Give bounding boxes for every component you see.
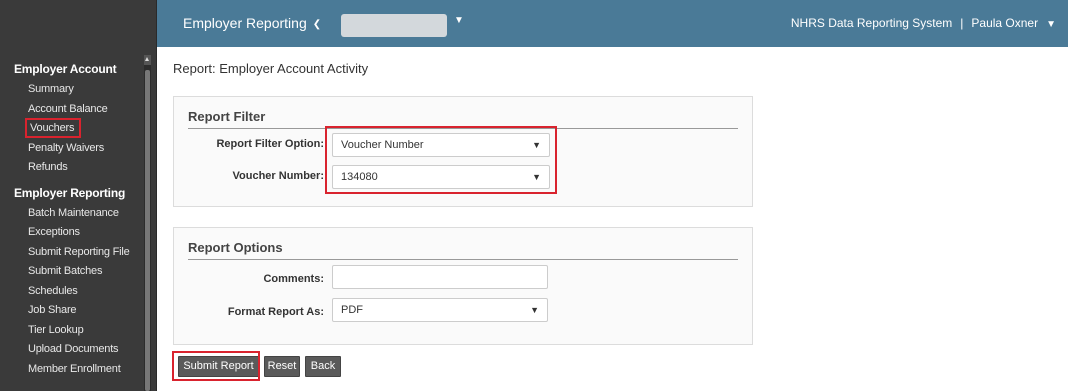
sidebar-item-summary[interactable]: Summary: [14, 80, 157, 100]
sidebar-item-tier-lookup[interactable]: Tier Lookup: [14, 321, 157, 341]
system-name: NHRS Data Reporting System: [790, 16, 953, 30]
sidebar-item-upload-documents[interactable]: Upload Documents: [14, 340, 157, 360]
format-report-select[interactable]: PDF ▼: [332, 298, 548, 322]
highlight-frame: [325, 126, 557, 194]
sidebar-scrollbar-thumb[interactable]: [145, 70, 150, 391]
highlight-frame: [172, 351, 260, 381]
sidebar-section-employer-reporting: Employer Reporting: [14, 185, 126, 200]
filter-option-label: Report Filter Option:: [216, 138, 324, 150]
chevron-down-icon: ▼: [530, 305, 539, 315]
sidebar-header: [0, 0, 156, 47]
user-name: Paula Oxner: [971, 16, 1039, 30]
chevron-down-icon: ▼: [1046, 19, 1056, 30]
reset-button[interactable]: Reset: [264, 356, 300, 377]
employer-reporting-menu[interactable]: Employer Reporting ❮: [183, 15, 321, 31]
comments-label: Comments:: [263, 273, 324, 285]
voucher-number-label: Voucher Number:: [232, 170, 324, 182]
employer-selector[interactable]: [341, 14, 447, 37]
back-button[interactable]: Back: [305, 356, 341, 377]
user-menu[interactable]: NHRS Data Reporting System | Paula Oxner ▼: [791, 16, 1056, 30]
sidebar-item-submit-reporting-file[interactable]: Submit Reporting File: [14, 243, 157, 263]
format-report-value: PDF: [341, 304, 363, 316]
sidebar-item-exceptions[interactable]: Exceptions: [14, 223, 157, 243]
scroll-up-icon[interactable]: [144, 55, 151, 65]
sidebar-section-employer-account: Employer Account: [14, 62, 117, 76]
sidebar-item-member-enrollment[interactable]: Member Enrollment: [14, 360, 157, 380]
sidebar-item-schedules[interactable]: Schedules: [14, 282, 157, 302]
sidebar-item-refunds[interactable]: Refunds: [14, 158, 157, 178]
employer-reporting-label: Employer Reporting: [183, 15, 307, 31]
main-content: Report: Employer Account Activity Report…: [157, 47, 1068, 391]
header-separator: |: [960, 16, 964, 30]
report-options-panel: Report Options Comments: Format Report A…: [173, 227, 753, 345]
report-filter-title: Report Filter: [188, 109, 266, 124]
sidebar-item-account-balance[interactable]: Account Balance: [14, 100, 157, 120]
report-options-title: Report Options: [188, 240, 283, 255]
sidebar-item-batch-maintenance[interactable]: Batch Maintenance: [14, 204, 157, 224]
sidebar-item-submit-batches[interactable]: Submit Batches: [14, 262, 157, 282]
sidebar-item-penalty-waivers[interactable]: Penalty Waivers: [14, 139, 157, 159]
format-report-label: Format Report As:: [227, 306, 324, 318]
report-filter-panel: Report Filter Report Filter Option: Vouc…: [173, 96, 753, 207]
page-title: Report: Employer Account Activity: [173, 61, 369, 76]
sidebar: Employer Account Summary Account Balance…: [0, 0, 157, 391]
sidebar-item-vouchers[interactable]: Vouchers: [14, 118, 157, 139]
chevron-down-icon[interactable]: ▼: [454, 15, 464, 26]
sidebar-item-job-share[interactable]: Job Share: [14, 301, 157, 321]
sidebar-menu: Employer Account Summary Account Balance…: [0, 47, 157, 391]
divider: [188, 259, 738, 260]
top-navigation-bar: Employer Reporting ❮ ▼ NHRS Data Reportin…: [157, 0, 1068, 47]
chevron-down-icon: ❮: [312, 19, 322, 30]
comments-input[interactable]: [332, 265, 548, 289]
